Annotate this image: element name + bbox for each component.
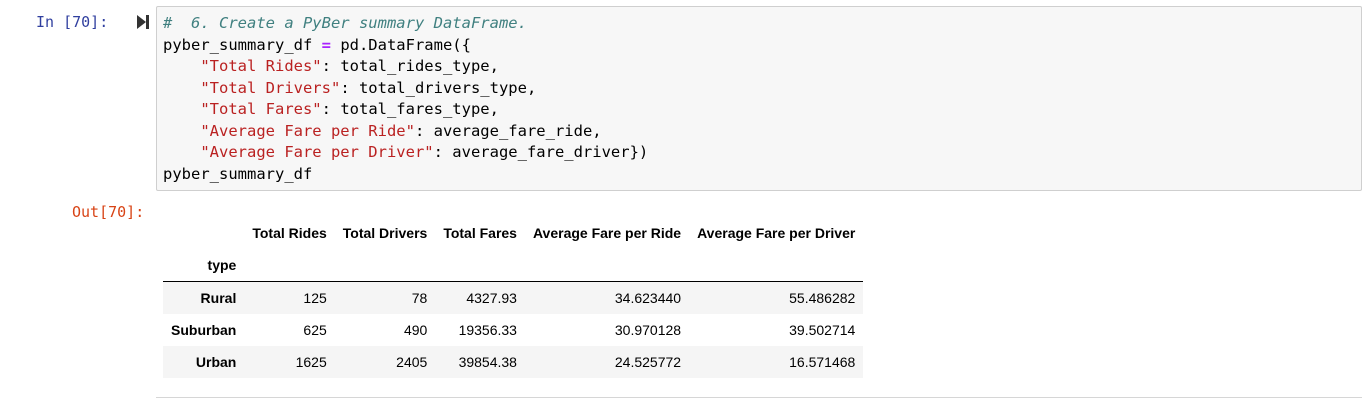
row-index: Urban — [195, 354, 237, 370]
code-token-str: "Total Drivers" — [200, 78, 341, 97]
index-name: type — [163, 249, 245, 282]
code-token-str: "Total Rides" — [200, 57, 322, 75]
empty-header — [435, 249, 525, 282]
row-index: Suburban — [171, 322, 237, 338]
table-cell: 39854.38 — [458, 354, 517, 370]
column-header: Total Drivers — [342, 225, 428, 241]
code-token-plain: pyber_summary_df — [163, 35, 322, 54]
table-cell: 125 — [303, 290, 327, 306]
table-cell: 78 — [411, 290, 428, 306]
output-area: Total Rides Total Drivers Total Fares Av… — [163, 217, 864, 378]
table-row: Rural 125 78 4327.93 34.623440 55.486282 — [163, 281, 864, 314]
column-header-row: Total Rides Total Drivers Total Fares Av… — [163, 217, 863, 249]
column-header: Average Fare per Driver — [697, 225, 856, 241]
table-cell: 19356.33 — [458, 322, 517, 338]
code-token-plain: : total_rides_type, — [321, 57, 499, 75]
code-token-op: = — [321, 35, 331, 54]
table-cell: 1625 — [295, 354, 327, 370]
code-token-plain: : total_fares_type, — [321, 100, 499, 118]
empty-header — [334, 249, 436, 282]
code-line: pyber_summary_df — [163, 164, 1361, 186]
code-token-plain: pd.DataFrame({ — [330, 35, 471, 54]
table-cell: 34.623440 — [614, 290, 682, 306]
table-cell: 55.486282 — [789, 290, 856, 306]
notebook-page: In [70]: # 6. Create a PyBer summary Dat… — [0, 0, 1368, 400]
empty-header — [524, 249, 690, 282]
code-line: "Total Drivers": total_drivers_type, — [163, 78, 1361, 100]
code-input-area[interactable]: # 6. Create a PyBer summary DataFrame. py… — [156, 6, 1362, 191]
table-cell: 490 — [403, 322, 428, 338]
next-cell-border — [156, 397, 1362, 398]
code-line: "Total Rides": total_rides_type, — [163, 56, 1361, 78]
code-token-str: "Average Fare per Driver" — [200, 143, 434, 161]
table-row: Urban 1625 2405 39854.38 24.525772 16.57… — [163, 346, 864, 378]
index-name-row: type — [163, 249, 864, 282]
table-cell: 30.970128 — [614, 322, 682, 338]
code-line: "Average Fare per Driver": average_fare_… — [163, 142, 1361, 164]
row-index: Rural — [200, 290, 237, 306]
code-token-plain: : total_drivers_type, — [340, 78, 537, 97]
empty-header — [244, 249, 335, 282]
code-token-str: "Total Fares" — [200, 100, 322, 118]
code-token-plain: : average_fare_driver}) — [433, 143, 649, 161]
code-token-str: "Average Fare per Ride" — [200, 121, 415, 140]
run-cell-icon-svg — [137, 15, 149, 29]
empty-header — [689, 249, 864, 282]
code-line: "Total Fares": total_fares_type, — [163, 99, 1361, 121]
table-cell: 24.525772 — [614, 354, 682, 370]
dataframe-table: Total Rides Total Drivers Total Fares Av… — [163, 217, 864, 378]
table-cell: 2405 — [396, 354, 428, 370]
code-line: pyber_summary_df = pd.DataFrame({ — [163, 35, 1361, 57]
table-cell: 39.502714 — [789, 322, 856, 338]
code-token-comment: # 6. Create a PyBer summary DataFrame. — [163, 14, 527, 32]
table-cell: 625 — [303, 322, 327, 338]
code-token-plain: pyber_summary_df — [163, 164, 313, 183]
table-row: Suburban 625 490 19356.33 30.970128 39.5… — [163, 314, 863, 346]
table-cell: 4327.93 — [466, 290, 517, 306]
output-prompt: Out[70]: — [72, 203, 145, 221]
column-header: Average Fare per Ride — [532, 225, 682, 241]
input-prompt: In [70]: — [36, 13, 109, 31]
table-cell: 16.571468 — [789, 354, 856, 370]
code-line: "Average Fare per Ride": average_fare_ri… — [163, 121, 1361, 143]
column-header: Total Rides — [252, 225, 327, 241]
code-editor[interactable]: # 6. Create a PyBer summary DataFrame. py… — [163, 13, 1361, 185]
code-token-plain: : average_fare_ride, — [414, 121, 602, 140]
run-cell-icon[interactable] — [136, 14, 150, 30]
corner-header — [163, 217, 244, 249]
column-header: Total Fares — [443, 225, 517, 241]
code-line: # 6. Create a PyBer summary DataFrame. — [163, 13, 1361, 35]
